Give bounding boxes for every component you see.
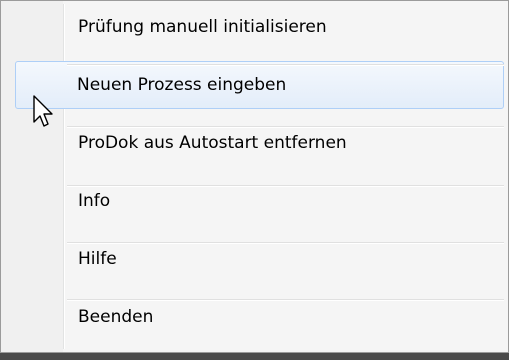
menu-separator [67,242,504,244]
desktop-background [0,353,509,360]
menu-item-pruefung-manuell-initialisieren[interactable]: Prüfung manuell initialisieren [3,3,506,51]
context-menu: Prüfung manuell initialisieren Neuen Pro… [0,0,509,353]
menu-separator [67,185,504,187]
menu-separator [67,126,504,128]
menu-item-label: Prüfung manuell initialisieren [78,17,327,37]
arrow-cursor-icon [33,95,53,127]
menu-separator [67,299,504,301]
menu-item-label: Neuen Prozess eingeben [77,75,287,95]
menu-separator [67,64,504,66]
menu-item-neuen-prozess-eingeben[interactable]: Neuen Prozess eingeben [15,61,504,109]
